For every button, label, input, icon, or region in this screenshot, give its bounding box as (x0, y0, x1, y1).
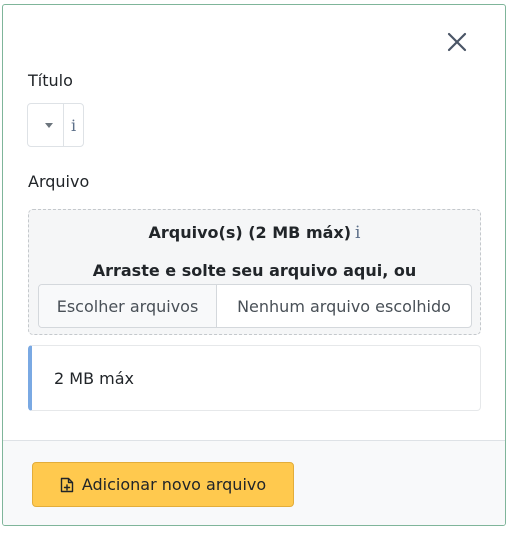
add-new-file-button[interactable]: Adicionar novo arquivo (32, 462, 294, 507)
no-file-chosen-text: Nenhum arquivo escolhido (237, 296, 451, 316)
file-input[interactable]: Escolher arquivos Nenhum arquivo escolhi… (38, 284, 472, 328)
dropzone-info-icon[interactable]: i (355, 223, 360, 243)
file-dropzone[interactable]: Arquivo(s) (2 MB máx) i Arraste e solte s… (28, 209, 481, 335)
dropzone-subtitle: Arraste e solte seu arquivo aqui, ou (92, 261, 417, 280)
add-file-modal: Título i Arquivo Arquivo(s) (2 MB máx) i … (2, 4, 506, 526)
file-size-help: 2 MB máx (28, 345, 481, 411)
file-size-help-text: 2 MB máx (54, 368, 134, 388)
dropzone-title: Arquivo(s) (2 MB máx) i (29, 223, 480, 243)
caret-down-icon (44, 122, 53, 128)
close-button[interactable] (444, 29, 470, 55)
arquivo-label: Arquivo (28, 172, 90, 191)
add-new-file-label: Adicionar novo arquivo (81, 475, 267, 494)
close-icon (447, 32, 467, 52)
dropzone-title-text: Arquivo(s) (2 MB máx) (148, 223, 352, 242)
titulo-label: Título (28, 71, 73, 90)
modal-footer: Adicionar novo arquivo (3, 440, 505, 525)
file-plus-icon (60, 477, 74, 492)
titulo-select-toggle[interactable] (28, 104, 63, 146)
choose-files-button[interactable]: Escolher arquivos (39, 285, 217, 327)
titulo-select[interactable]: i (27, 103, 84, 147)
titulo-info-icon[interactable]: i (63, 104, 83, 146)
